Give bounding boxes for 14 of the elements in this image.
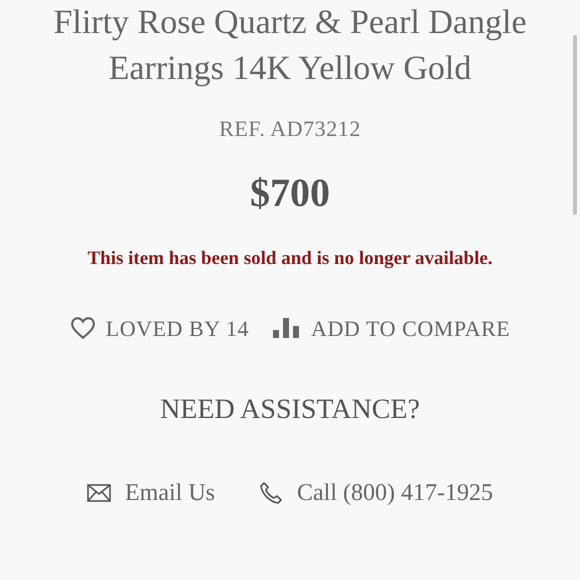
bar-chart-icon bbox=[273, 318, 302, 338]
phone-icon bbox=[259, 480, 283, 504]
email-link[interactable]: Email Us bbox=[87, 474, 215, 510]
product-title: Flirty Rose Quartz & Pearl Dangle Earrings 14K Yellow Gold bbox=[52, 3, 528, 89]
love-button[interactable]: LOVED BY 14 bbox=[70, 312, 250, 344]
compare-button[interactable]: ADD TO COMPARE bbox=[273, 312, 510, 344]
assistance-heading: NEED ASSISTANCE? bbox=[160, 392, 420, 426]
reference-number: REF. AD73212 bbox=[219, 115, 361, 143]
envelope-icon bbox=[87, 484, 111, 502]
price: $700 bbox=[250, 169, 330, 217]
sold-notice: This item has been sold and is no longer available. bbox=[87, 247, 493, 271]
heart-icon bbox=[70, 316, 96, 340]
scrollbar[interactable] bbox=[573, 35, 577, 215]
phone-link[interactable]: Call (800) 417-1925 bbox=[259, 474, 493, 510]
